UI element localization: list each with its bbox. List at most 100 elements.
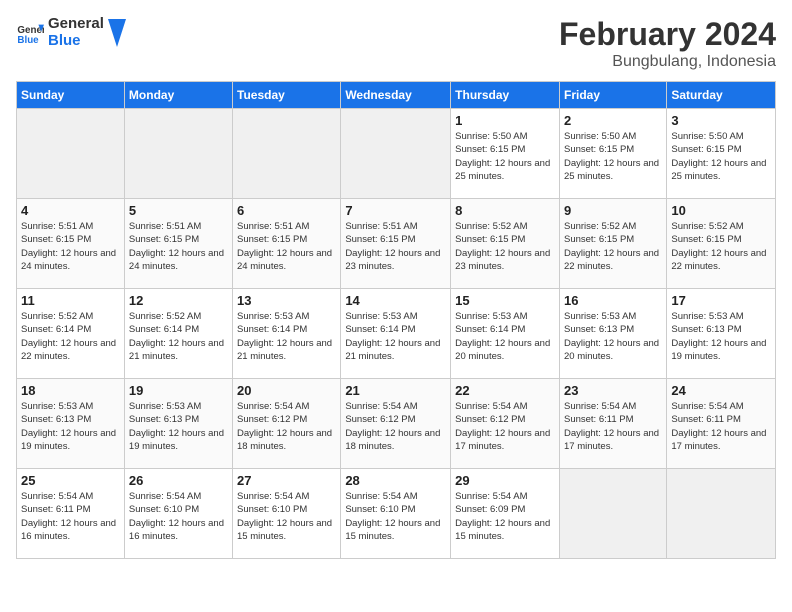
day-number: 15 — [455, 293, 555, 308]
day-info: Sunrise: 5:54 AMSunset: 6:11 PMDaylight:… — [671, 400, 771, 453]
day-number: 5 — [129, 203, 228, 218]
weekday-tuesday: Tuesday — [233, 82, 341, 109]
calendar-cell — [124, 109, 232, 199]
day-info: Sunrise: 5:54 AMSunset: 6:12 PMDaylight:… — [345, 400, 446, 453]
day-info: Sunrise: 5:54 AMSunset: 6:11 PMDaylight:… — [564, 400, 662, 453]
calendar-cell: 24 Sunrise: 5:54 AMSunset: 6:11 PMDayligh… — [667, 379, 776, 469]
calendar-cell: 12 Sunrise: 5:52 AMSunset: 6:14 PMDayligh… — [124, 289, 232, 379]
week-row-5: 25Sunrise: 5:54 AMSunset: 6:11 PMDayligh… — [17, 469, 776, 559]
day-number: 27 — [237, 473, 336, 488]
logo-triangle-icon — [108, 19, 126, 47]
weekday-monday: Monday — [124, 82, 232, 109]
day-number: 22 — [455, 383, 555, 398]
logo-general: General — [48, 16, 104, 33]
day-info: Sunrise: 5:52 AMSunset: 6:15 PMDaylight:… — [455, 220, 555, 273]
calendar-cell: 29Sunrise: 5:54 AMSunset: 6:09 PMDayligh… — [451, 469, 560, 559]
calendar-cell — [667, 469, 776, 559]
day-number: 23 — [564, 383, 662, 398]
day-info: Sunrise: 5:51 AMSunset: 6:15 PMDaylight:… — [129, 220, 228, 273]
calendar-body: 1 Sunrise: 5:50 AMSunset: 6:15 PMDaylight… — [17, 109, 776, 559]
calendar-cell — [559, 469, 666, 559]
day-info: Sunrise: 5:53 AMSunset: 6:13 PMDaylight:… — [129, 400, 228, 453]
week-row-2: 4 Sunrise: 5:51 AMSunset: 6:15 PMDaylight… — [17, 199, 776, 289]
weekday-saturday: Saturday — [667, 82, 776, 109]
calendar-cell: 14 Sunrise: 5:53 AMSunset: 6:14 PMDayligh… — [341, 289, 451, 379]
calendar-cell: 28Sunrise: 5:54 AMSunset: 6:10 PMDayligh… — [341, 469, 451, 559]
calendar-cell: 8 Sunrise: 5:52 AMSunset: 6:15 PMDaylight… — [451, 199, 560, 289]
day-info: Sunrise: 5:52 AMSunset: 6:14 PMDaylight:… — [21, 310, 120, 363]
week-row-1: 1 Sunrise: 5:50 AMSunset: 6:15 PMDaylight… — [17, 109, 776, 199]
calendar-cell: 11 Sunrise: 5:52 AMSunset: 6:14 PMDayligh… — [17, 289, 125, 379]
calendar-cell: 23 Sunrise: 5:54 AMSunset: 6:11 PMDayligh… — [559, 379, 666, 469]
weekday-sunday: Sunday — [17, 82, 125, 109]
day-number: 16 — [564, 293, 662, 308]
day-info: Sunrise: 5:51 AMSunset: 6:15 PMDaylight:… — [21, 220, 120, 273]
day-info: Sunrise: 5:53 AMSunset: 6:14 PMDaylight:… — [345, 310, 446, 363]
calendar-cell: 20 Sunrise: 5:54 AMSunset: 6:12 PMDayligh… — [233, 379, 341, 469]
day-info: Sunrise: 5:52 AMSunset: 6:14 PMDaylight:… — [129, 310, 228, 363]
day-number: 2 — [564, 113, 662, 128]
day-number: 11 — [21, 293, 120, 308]
calendar-cell: 15 Sunrise: 5:53 AMSunset: 6:14 PMDayligh… — [451, 289, 560, 379]
weekday-friday: Friday — [559, 82, 666, 109]
calendar-cell — [233, 109, 341, 199]
calendar-cell: 22 Sunrise: 5:54 AMSunset: 6:12 PMDayligh… — [451, 379, 560, 469]
day-number: 24 — [671, 383, 771, 398]
logo: General Blue General Blue — [16, 16, 126, 49]
day-number: 26 — [129, 473, 228, 488]
weekday-header-row: SundayMondayTuesdayWednesdayThursdayFrid… — [17, 82, 776, 109]
day-number: 18 — [21, 383, 120, 398]
day-info: Sunrise: 5:53 AMSunset: 6:13 PMDaylight:… — [21, 400, 120, 453]
day-info: Sunrise: 5:54 AMSunset: 6:10 PMDaylight:… — [237, 490, 336, 543]
day-info: Sunrise: 5:54 AMSunset: 6:12 PMDaylight:… — [455, 400, 555, 453]
day-info: Sunrise: 5:53 AMSunset: 6:13 PMDaylight:… — [671, 310, 771, 363]
day-number: 4 — [21, 203, 120, 218]
calendar-cell: 4 Sunrise: 5:51 AMSunset: 6:15 PMDaylight… — [17, 199, 125, 289]
day-info: Sunrise: 5:50 AMSunset: 6:15 PMDaylight:… — [671, 130, 771, 183]
calendar-cell: 7 Sunrise: 5:51 AMSunset: 6:15 PMDaylight… — [341, 199, 451, 289]
calendar-table: SundayMondayTuesdayWednesdayThursdayFrid… — [16, 81, 776, 559]
day-info: Sunrise: 5:52 AMSunset: 6:15 PMDaylight:… — [671, 220, 771, 273]
day-number: 20 — [237, 383, 336, 398]
day-number: 7 — [345, 203, 446, 218]
calendar-cell: 9Sunrise: 5:52 AMSunset: 6:15 PMDaylight… — [559, 199, 666, 289]
day-info: Sunrise: 5:50 AMSunset: 6:15 PMDaylight:… — [455, 130, 555, 183]
day-number: 1 — [455, 113, 555, 128]
calendar-cell: 3 Sunrise: 5:50 AMSunset: 6:15 PMDaylight… — [667, 109, 776, 199]
calendar-cell: 19 Sunrise: 5:53 AMSunset: 6:13 PMDayligh… — [124, 379, 232, 469]
day-number: 19 — [129, 383, 228, 398]
day-info: Sunrise: 5:53 AMSunset: 6:14 PMDaylight:… — [237, 310, 336, 363]
day-number: 13 — [237, 293, 336, 308]
day-number: 6 — [237, 203, 336, 218]
calendar-cell: 1 Sunrise: 5:50 AMSunset: 6:15 PMDaylight… — [451, 109, 560, 199]
day-number: 17 — [671, 293, 771, 308]
day-number: 14 — [345, 293, 446, 308]
day-number: 12 — [129, 293, 228, 308]
day-number: 8 — [455, 203, 555, 218]
day-info: Sunrise: 5:51 AMSunset: 6:15 PMDaylight:… — [237, 220, 336, 273]
day-number: 21 — [345, 383, 446, 398]
calendar-cell — [17, 109, 125, 199]
day-number: 10 — [671, 203, 771, 218]
calendar-cell — [341, 109, 451, 199]
calendar-cell: 16 Sunrise: 5:53 AMSunset: 6:13 PMDayligh… — [559, 289, 666, 379]
day-info: Sunrise: 5:53 AMSunset: 6:14 PMDaylight:… — [455, 310, 555, 363]
title-block: February 2024 Bungbulang, Indonesia — [559, 16, 776, 71]
calendar-cell: 18 Sunrise: 5:53 AMSunset: 6:13 PMDayligh… — [17, 379, 125, 469]
day-info: Sunrise: 5:54 AMSunset: 6:12 PMDaylight:… — [237, 400, 336, 453]
week-row-4: 18 Sunrise: 5:53 AMSunset: 6:13 PMDayligh… — [17, 379, 776, 469]
day-info: Sunrise: 5:54 AMSunset: 6:10 PMDaylight:… — [129, 490, 228, 543]
calendar-cell: 5 Sunrise: 5:51 AMSunset: 6:15 PMDaylight… — [124, 199, 232, 289]
day-number: 3 — [671, 113, 771, 128]
day-info: Sunrise: 5:51 AMSunset: 6:15 PMDaylight:… — [345, 220, 446, 273]
weekday-thursday: Thursday — [451, 82, 560, 109]
day-info: Sunrise: 5:53 AMSunset: 6:13 PMDaylight:… — [564, 310, 662, 363]
calendar-cell: 17 Sunrise: 5:53 AMSunset: 6:13 PMDayligh… — [667, 289, 776, 379]
day-number: 9 — [564, 203, 662, 218]
day-number: 25 — [21, 473, 120, 488]
calendar-cell: 26 Sunrise: 5:54 AMSunset: 6:10 PMDayligh… — [124, 469, 232, 559]
calendar-cell: 6 Sunrise: 5:51 AMSunset: 6:15 PMDaylight… — [233, 199, 341, 289]
calendar-cell: 13 Sunrise: 5:53 AMSunset: 6:14 PMDayligh… — [233, 289, 341, 379]
svg-text:Blue: Blue — [17, 34, 39, 45]
calendar-subtitle: Bungbulang, Indonesia — [559, 53, 776, 71]
